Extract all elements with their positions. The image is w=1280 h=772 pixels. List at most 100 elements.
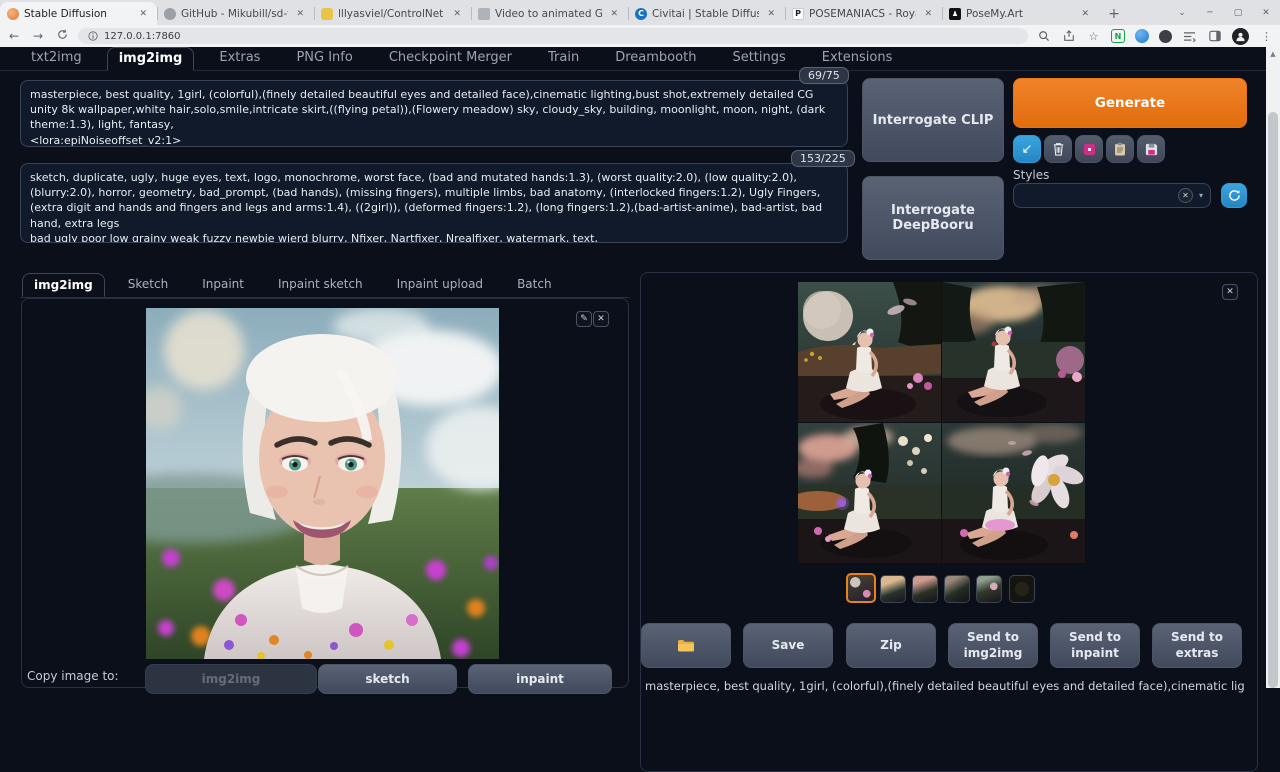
copy-to-sketch-button[interactable]: sketch <box>318 664 457 694</box>
gallery-image-1[interactable] <box>798 282 941 422</box>
trash-icon <box>1052 142 1065 156</box>
tab-txt2img[interactable]: txt2img <box>20 47 93 70</box>
gallery-thumbnail[interactable] <box>944 575 970 603</box>
tab-dreambooth[interactable]: Dreambooth <box>604 47 707 70</box>
browser-tab-controlnet[interactable]: lllyasviel/ControlNet at main ✕ <box>314 2 471 25</box>
scrollbar-up-arrow[interactable]: ▲ <box>1266 47 1280 61</box>
tab-train[interactable]: Train <box>537 47 590 70</box>
tab-title: Video to animated GIF converter <box>495 8 602 20</box>
tab-close-icon[interactable]: ✕ <box>921 8 935 20</box>
notion-extension-icon[interactable]: N <box>1111 29 1125 43</box>
zoom-icon[interactable] <box>1036 29 1051 44</box>
github-favicon <box>164 8 176 20</box>
send-to-extras-button[interactable]: Send to extras <box>1152 623 1242 668</box>
tab-checkpoint-merger[interactable]: Checkpoint Merger <box>378 47 523 70</box>
scrollbar-thumb[interactable] <box>1268 112 1278 688</box>
forward-button[interactable]: → <box>30 29 46 43</box>
tab-png-info[interactable]: PNG Info <box>285 47 363 70</box>
gallery-image-4[interactable] <box>942 423 1085 563</box>
browser-tab-github[interactable]: GitHub - Mikubill/sd-webui-con ✕ <box>157 2 314 25</box>
browser-tab-posemyart[interactable]: ♟ PoseMy.Art ✕ <box>942 2 1099 25</box>
reading-list-icon[interactable] <box>1182 29 1197 44</box>
browser-tab-video-gif[interactable]: Video to animated GIF converter ✕ <box>471 2 628 25</box>
subtab-img2img[interactable]: img2img <box>22 273 105 297</box>
browser-tab-bar: Stable Diffusion ✕ GitHub - Mikubill/sd-… <box>0 0 1280 25</box>
remove-image-button[interactable]: ✕ <box>593 311 609 327</box>
gallery-image-2[interactable] <box>942 282 1085 422</box>
copy-image-to-label: Copy image to: <box>27 669 119 683</box>
refresh-styles-button[interactable] <box>1221 183 1247 208</box>
tab-close-icon[interactable]: ✕ <box>293 8 307 20</box>
clear-prompt-button[interactable] <box>1044 135 1072 163</box>
generate-button[interactable]: Generate <box>1013 78 1247 128</box>
share-icon[interactable] <box>1061 29 1076 44</box>
paste-generation-params-button[interactable]: ↙ <box>1013 135 1041 163</box>
open-folder-button[interactable] <box>641 623 731 668</box>
paste-arrow-icon: ↙ <box>1022 142 1033 157</box>
posemaniacs-favicon: P <box>792 8 804 20</box>
subtab-inpaint-upload[interactable]: Inpaint upload <box>386 273 494 296</box>
gallery-thumbnail[interactable] <box>880 575 906 603</box>
url-bar[interactable]: 127.0.0.1:7860 <box>78 28 1028 44</box>
gallery-thumbnail-selected[interactable] <box>846 573 876 603</box>
close-gallery-button[interactable]: ✕ <box>1222 284 1238 300</box>
tab-settings[interactable]: Settings <box>721 47 796 70</box>
window-chevron-icon[interactable]: ⌄ <box>1168 8 1196 18</box>
new-tab-button[interactable]: + <box>1103 3 1125 25</box>
tab-close-icon[interactable]: ✕ <box>607 8 621 20</box>
browser-tab-civitai[interactable]: C Civitai | Stable Diffusion model ✕ <box>628 2 785 25</box>
tab-extras[interactable]: Extras <box>208 47 271 70</box>
window-maximize-button[interactable]: ▢ <box>1224 8 1252 18</box>
styles-clear-icon[interactable]: ✕ <box>1178 188 1193 203</box>
reload-button[interactable] <box>54 29 70 43</box>
profile-avatar[interactable] <box>1232 28 1249 45</box>
back-button[interactable]: ← <box>6 29 22 43</box>
tab-img2img[interactable]: img2img <box>107 47 195 71</box>
edit-image-button[interactable]: ✎ <box>576 311 592 327</box>
browser-menu-icon[interactable]: ⋮ <box>1259 29 1274 44</box>
window-close-button[interactable]: ✕ <box>1252 8 1280 18</box>
tab-close-icon[interactable]: ✕ <box>136 8 150 20</box>
show-extra-networks-button[interactable] <box>1075 135 1103 163</box>
img2img-image-editor[interactable]: ✎ ✕ <box>21 298 629 688</box>
gallery-image-3[interactable] <box>798 423 941 563</box>
tab-title: PoseMy.Art <box>966 8 1073 20</box>
save-style-button[interactable] <box>1137 135 1165 163</box>
bookmark-star-icon[interactable]: ☆ <box>1086 29 1101 44</box>
styles-dropdown[interactable]: ✕ ▾ <box>1013 183 1211 208</box>
copy-to-img2img-button[interactable]: img2img <box>145 664 317 694</box>
subtab-inpaint[interactable]: Inpaint <box>191 273 255 296</box>
blue-extension-icon[interactable] <box>1135 29 1149 43</box>
apply-styles-button[interactable] <box>1106 135 1134 163</box>
tab-close-icon[interactable]: ✕ <box>1078 8 1092 20</box>
tab-close-icon[interactable]: ✕ <box>450 8 464 20</box>
side-panel-icon[interactable] <box>1207 29 1222 44</box>
send-to-img2img-button[interactable]: Send to img2img <box>948 623 1038 668</box>
zip-button[interactable]: Zip <box>846 623 936 668</box>
tab-title: lllyasviel/ControlNet at main <box>338 8 445 20</box>
video-gif-favicon <box>478 8 490 20</box>
subtab-sketch[interactable]: Sketch <box>117 273 179 296</box>
page-scrollbar[interactable]: ▲ <box>1266 47 1280 688</box>
subtab-inpaint-sketch[interactable]: Inpaint sketch <box>267 273 374 296</box>
prompt-input[interactable]: masterpiece, best quality, 1girl, (color… <box>20 80 848 147</box>
subtab-batch[interactable]: Batch <box>506 273 563 296</box>
negative-prompt-input[interactable]: sketch, duplicate, ugly, huge eyes, text… <box>20 163 848 243</box>
window-minimize-button[interactable]: ─ <box>1196 8 1224 18</box>
civitai-favicon: C <box>635 8 647 20</box>
interrogate-clip-button[interactable]: Interrogate CLIP <box>862 78 1004 162</box>
dark-extension-icon[interactable] <box>1159 30 1172 43</box>
source-image-portrait[interactable] <box>146 308 499 659</box>
send-to-inpaint-button[interactable]: Send to inpaint <box>1050 623 1140 668</box>
site-info-icon[interactable] <box>88 31 98 41</box>
interrogate-deepbooru-button[interactable]: Interrogate DeepBooru <box>862 176 1004 260</box>
refresh-icon <box>1228 189 1241 202</box>
copy-to-inpaint-button[interactable]: inpaint <box>468 664 612 694</box>
browser-tab-stable-diffusion[interactable]: Stable Diffusion ✕ <box>0 2 157 25</box>
gallery-thumbnail[interactable] <box>912 575 938 603</box>
tab-close-icon[interactable]: ✕ <box>764 8 778 20</box>
browser-tab-posemaniacs[interactable]: P POSEMANIACS - Royalty free 3 ✕ <box>785 2 942 25</box>
gallery-thumbnail[interactable] <box>976 575 1002 603</box>
save-button[interactable]: Save <box>743 623 833 668</box>
gallery-thumbnail[interactable] <box>1009 575 1035 603</box>
